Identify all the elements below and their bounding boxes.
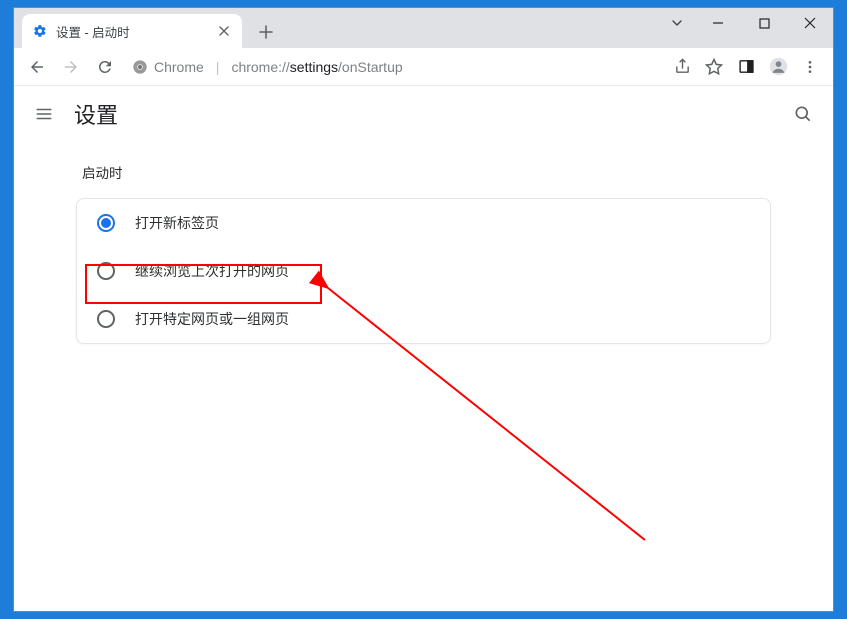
url-prefix: Chrome — [154, 59, 204, 75]
address-bar[interactable]: Chrome | chrome://settings/onStartup — [124, 52, 663, 82]
side-panel-icon[interactable] — [731, 52, 761, 82]
radio-label: 打开特定网页或一组网页 — [135, 309, 289, 329]
url-sep: | — [216, 59, 220, 75]
close-window-button[interactable] — [787, 8, 833, 38]
browser-toolbar: Chrome | chrome://settings/onStartup — [14, 48, 833, 86]
radio-label: 打开新标签页 — [135, 213, 219, 233]
radio-option-new-tab[interactable]: 打开新标签页 — [77, 199, 770, 247]
toolbar-right — [667, 52, 825, 82]
radio-icon — [97, 262, 115, 280]
bookmark-star-icon[interactable] — [699, 52, 729, 82]
radio-option-specific-pages[interactable]: 打开特定网页或一组网页 — [77, 295, 770, 343]
tab-title: 设置 - 启动时 — [56, 22, 208, 41]
url-text: chrome://settings/onStartup — [231, 59, 402, 75]
window-controls — [659, 8, 833, 38]
browser-tab[interactable]: 设置 - 启动时 — [22, 14, 242, 48]
hamburger-menu-icon[interactable] — [32, 102, 56, 126]
profile-avatar-icon[interactable] — [763, 52, 793, 82]
share-icon[interactable] — [667, 52, 697, 82]
reload-button[interactable] — [90, 52, 120, 82]
options-card: 打开新标签页 继续浏览上次打开的网页 打开特定网页或一组网页 — [76, 198, 771, 344]
section-label: 启动时 — [76, 162, 771, 182]
radio-icon — [97, 310, 115, 328]
page-title: 设置 — [74, 98, 118, 130]
titlebar: 设置 - 启动时 — [14, 8, 833, 48]
new-tab-button[interactable] — [252, 18, 280, 46]
forward-button[interactable] — [56, 52, 86, 82]
on-startup-section: 启动时 打开新标签页 继续浏览上次打开的网页 打开特定网页或一组网页 — [14, 142, 833, 344]
maximize-button[interactable] — [741, 8, 787, 38]
kebab-menu-icon[interactable] — [795, 52, 825, 82]
page-content: 设置 启动时 打开新标签页 继续浏览上次打开的网页 打开特定网页或一组网页 — [14, 86, 833, 611]
tab-search-icon[interactable] — [659, 8, 695, 38]
close-tab-icon[interactable] — [216, 23, 232, 39]
minimize-button[interactable] — [695, 8, 741, 38]
back-button[interactable] — [22, 52, 52, 82]
chrome-logo-icon — [132, 59, 148, 75]
settings-header: 设置 — [14, 86, 833, 142]
browser-window: 设置 - 启动时 — [13, 7, 834, 612]
radio-label: 继续浏览上次打开的网页 — [135, 261, 289, 281]
gear-icon — [32, 23, 48, 39]
radio-option-continue[interactable]: 继续浏览上次打开的网页 — [77, 247, 770, 295]
search-icon[interactable] — [791, 102, 815, 126]
radio-icon — [97, 214, 115, 232]
